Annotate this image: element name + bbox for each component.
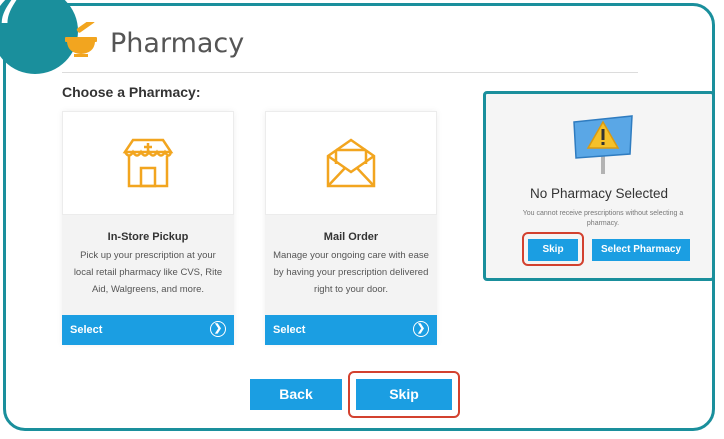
mail-order-card[interactable]: Mail Order Manage your ongoing care with… [265,111,437,345]
back-button[interactable]: Back [250,379,342,410]
chevron-right-icon: ❯ [413,321,429,337]
dialog-message: You cannot receive prescriptions without… [522,210,684,227]
in-store-select-button[interactable]: Select ❯ [62,315,234,345]
no-pharmacy-dialog: No Pharmacy Selected You cannot receive … [483,91,715,281]
mail-order-select-button[interactable]: Select ❯ [265,315,437,345]
dialog-select-pharmacy-button[interactable]: Select Pharmacy [592,239,690,261]
card-title: Mail Order [323,231,379,243]
card-title: In-Store Pickup [107,231,189,243]
page-title: Pharmacy [110,28,245,59]
warning-sign-icon [573,115,633,174]
storefront-icon [122,138,174,188]
select-label: Select [273,324,306,336]
chevron-right-icon: ❯ [210,321,226,337]
mortar-pestle-icon [65,22,97,57]
select-label: Select [70,324,103,336]
card-description: Pick up your prescription at your local … [73,250,223,295]
section-title: Choose a Pharmacy: [62,84,201,100]
in-store-pickup-card[interactable]: In-Store Pickup Pick up your prescriptio… [62,111,234,345]
card-description: Manage your ongoing care with ease by ha… [273,250,429,295]
envelope-icon [326,138,376,188]
header-divider [62,72,638,73]
skip-highlight [348,371,460,418]
dialog-title: No Pharmacy Selected [529,186,669,201]
step-number: 7 [0,0,19,32]
dialog-skip-highlight [522,232,584,266]
card-image-area [265,111,437,215]
card-image-area [62,111,234,215]
